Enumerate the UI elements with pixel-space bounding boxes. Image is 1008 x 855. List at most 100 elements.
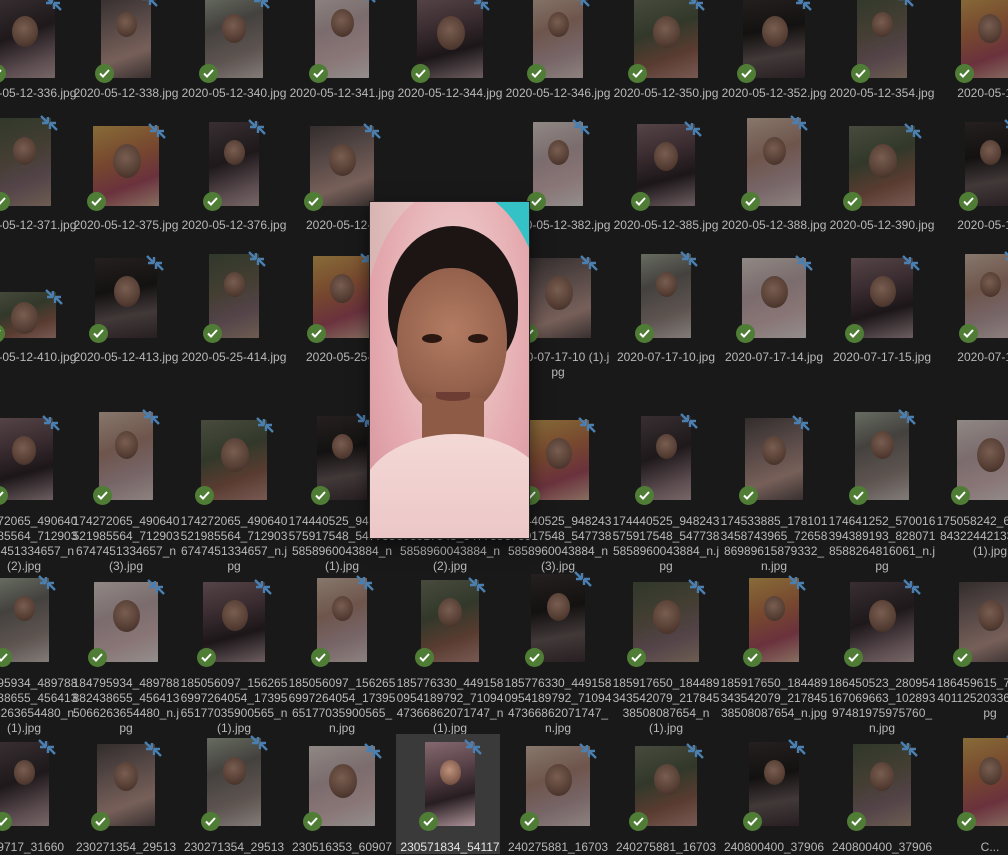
sync-arrows-icon	[786, 736, 808, 758]
sync-check-icon	[203, 324, 222, 343]
file-name-label: 185776330_4491580954189792_7109447366862…	[396, 676, 504, 735]
file-name-label: 240800400_37906	[723, 840, 825, 854]
sync-check-icon	[307, 324, 326, 343]
sync-arrows-icon	[576, 414, 598, 436]
file-name-label: 240275881_16703	[507, 840, 609, 854]
sync-check-icon	[411, 64, 430, 83]
sync-check-icon	[203, 192, 222, 211]
sync-arrows-icon	[138, 0, 160, 10]
file-name-label: C...	[980, 840, 1000, 854]
file-name-label: 2020-05-12-376.jpg	[181, 218, 287, 232]
sync-arrows-icon	[896, 406, 918, 428]
file-name-label: 2020-05-25-414.jpg	[181, 350, 287, 364]
sync-check-icon	[87, 192, 106, 211]
sync-arrows-icon	[678, 410, 700, 432]
sync-arrows-icon	[900, 252, 922, 274]
sync-check-icon	[311, 486, 330, 505]
sync-check-icon	[743, 648, 762, 667]
file-name-label: 186450523_280954167069663_10289397481975…	[828, 676, 936, 735]
file-name-label: 2020-05-12-346.jpg	[505, 86, 611, 100]
sync-arrows-icon	[38, 112, 60, 134]
file-name-label: 2020-05-12-388.jpg	[721, 218, 827, 232]
sync-check-icon	[627, 648, 646, 667]
file-name-label: 184795934_489788882438655_45641350662636…	[0, 676, 78, 735]
sync-arrows-icon	[252, 576, 274, 598]
sync-arrows-icon	[570, 0, 592, 10]
sync-check-icon	[89, 324, 108, 343]
file-name-label: 2020-07-17-10.jpg	[616, 350, 716, 364]
image-hover-preview	[370, 202, 529, 538]
sync-arrows-icon	[362, 740, 384, 762]
sync-arrows-icon	[466, 574, 488, 596]
sync-check-icon	[631, 192, 650, 211]
sync-arrows-icon	[901, 576, 923, 598]
sync-check-icon	[91, 812, 110, 831]
sync-check-icon	[951, 486, 970, 505]
sync-check-icon	[628, 64, 647, 83]
sync-arrows-icon	[248, 732, 270, 754]
sync-arrows-icon	[142, 738, 164, 760]
sync-check-icon	[199, 64, 218, 83]
sync-arrows-icon	[144, 252, 166, 274]
sync-arrows-icon	[790, 412, 812, 434]
file-name-label: 2020-05-12-413.jpg	[73, 350, 179, 364]
file-name-label: 230516353_60907	[291, 840, 393, 854]
file-name-label: 230271354_29513	[183, 840, 285, 854]
sync-arrows-icon	[462, 736, 484, 758]
sync-check-icon	[95, 64, 114, 83]
sync-arrows-icon	[36, 572, 58, 594]
sync-arrows-icon	[140, 406, 162, 428]
file-name-label: 175058242_6092148432244213399_n (1).jpg	[936, 514, 1008, 558]
sync-arrows-icon	[898, 738, 920, 760]
file-name-label: 174533885_1781013458743965_7265886989615…	[720, 514, 828, 573]
sync-arrows-icon	[894, 0, 916, 10]
sync-arrows-icon	[792, 0, 814, 14]
sync-check-icon	[739, 486, 758, 505]
sync-check-icon	[415, 648, 434, 667]
file-name-label: 2020-05-12-	[957, 86, 1008, 100]
sync-check-icon	[845, 324, 864, 343]
file-name-label: 229717_31660	[0, 840, 65, 854]
sync-check-icon	[520, 812, 539, 831]
sync-arrows-icon	[793, 252, 815, 274]
sync-check-icon	[849, 486, 868, 505]
sync-arrows-icon	[678, 248, 700, 270]
sync-arrows-icon	[684, 740, 706, 762]
sync-check-icon	[635, 324, 654, 343]
file-name-label: 2020-05-12-340.jpg	[181, 86, 287, 100]
file-name-label: 184795934_489788882438655_45641350662636…	[72, 676, 180, 735]
file-name-label: 185917650_184489343542079_21784538508087…	[720, 676, 828, 720]
file-name-label: 2020-05-12-385.jpg	[613, 218, 719, 232]
sync-check-icon	[525, 648, 544, 667]
file-name-label: 185056097_1562656997264054_1739565177035…	[288, 676, 396, 735]
sync-check-icon	[741, 192, 760, 211]
file-name-label: 174272065_490640521985564_71290367474513…	[0, 514, 78, 573]
file-name-label: 185917650_184489343542079_21784538508087…	[612, 676, 720, 735]
file-name-label: 2020-05-12-390.jpg	[829, 218, 935, 232]
sync-check-icon	[743, 812, 762, 831]
sync-arrows-icon	[354, 572, 376, 594]
file-name-label: 2020-05-12-	[957, 218, 1008, 232]
file-name-label: 185776330_4491580954189792_7109447366862…	[504, 676, 612, 735]
file-name-label: 2020-07-17-14.jpg	[724, 350, 824, 364]
sync-arrows-icon	[40, 412, 62, 434]
sync-check-icon	[847, 812, 866, 831]
sync-arrows-icon	[572, 568, 594, 590]
sync-check-icon	[304, 192, 323, 211]
sync-arrows-icon	[145, 576, 167, 598]
file-name-label: 174272065_490640521985564_71290367474513…	[72, 514, 180, 573]
sync-check-icon	[953, 648, 972, 667]
sync-check-icon	[311, 648, 330, 667]
sync-arrows-icon	[1002, 248, 1008, 270]
file-name-label: 174272065_490640521985564_71290367474513…	[180, 514, 288, 573]
sync-arrows-icon	[578, 252, 600, 274]
file-name-label: 2020-05-12-338.jpg	[73, 86, 179, 100]
sync-check-icon	[527, 64, 546, 83]
file-name-label: 2020-07-17-15.jpg	[832, 350, 932, 364]
sync-arrows-icon	[1002, 116, 1008, 138]
sync-check-icon	[309, 64, 328, 83]
sync-arrows-icon	[470, 0, 492, 14]
sync-check-icon	[736, 324, 755, 343]
file-name-label: 2020-05-12-371.jpg	[0, 218, 77, 232]
sync-check-icon	[88, 648, 107, 667]
